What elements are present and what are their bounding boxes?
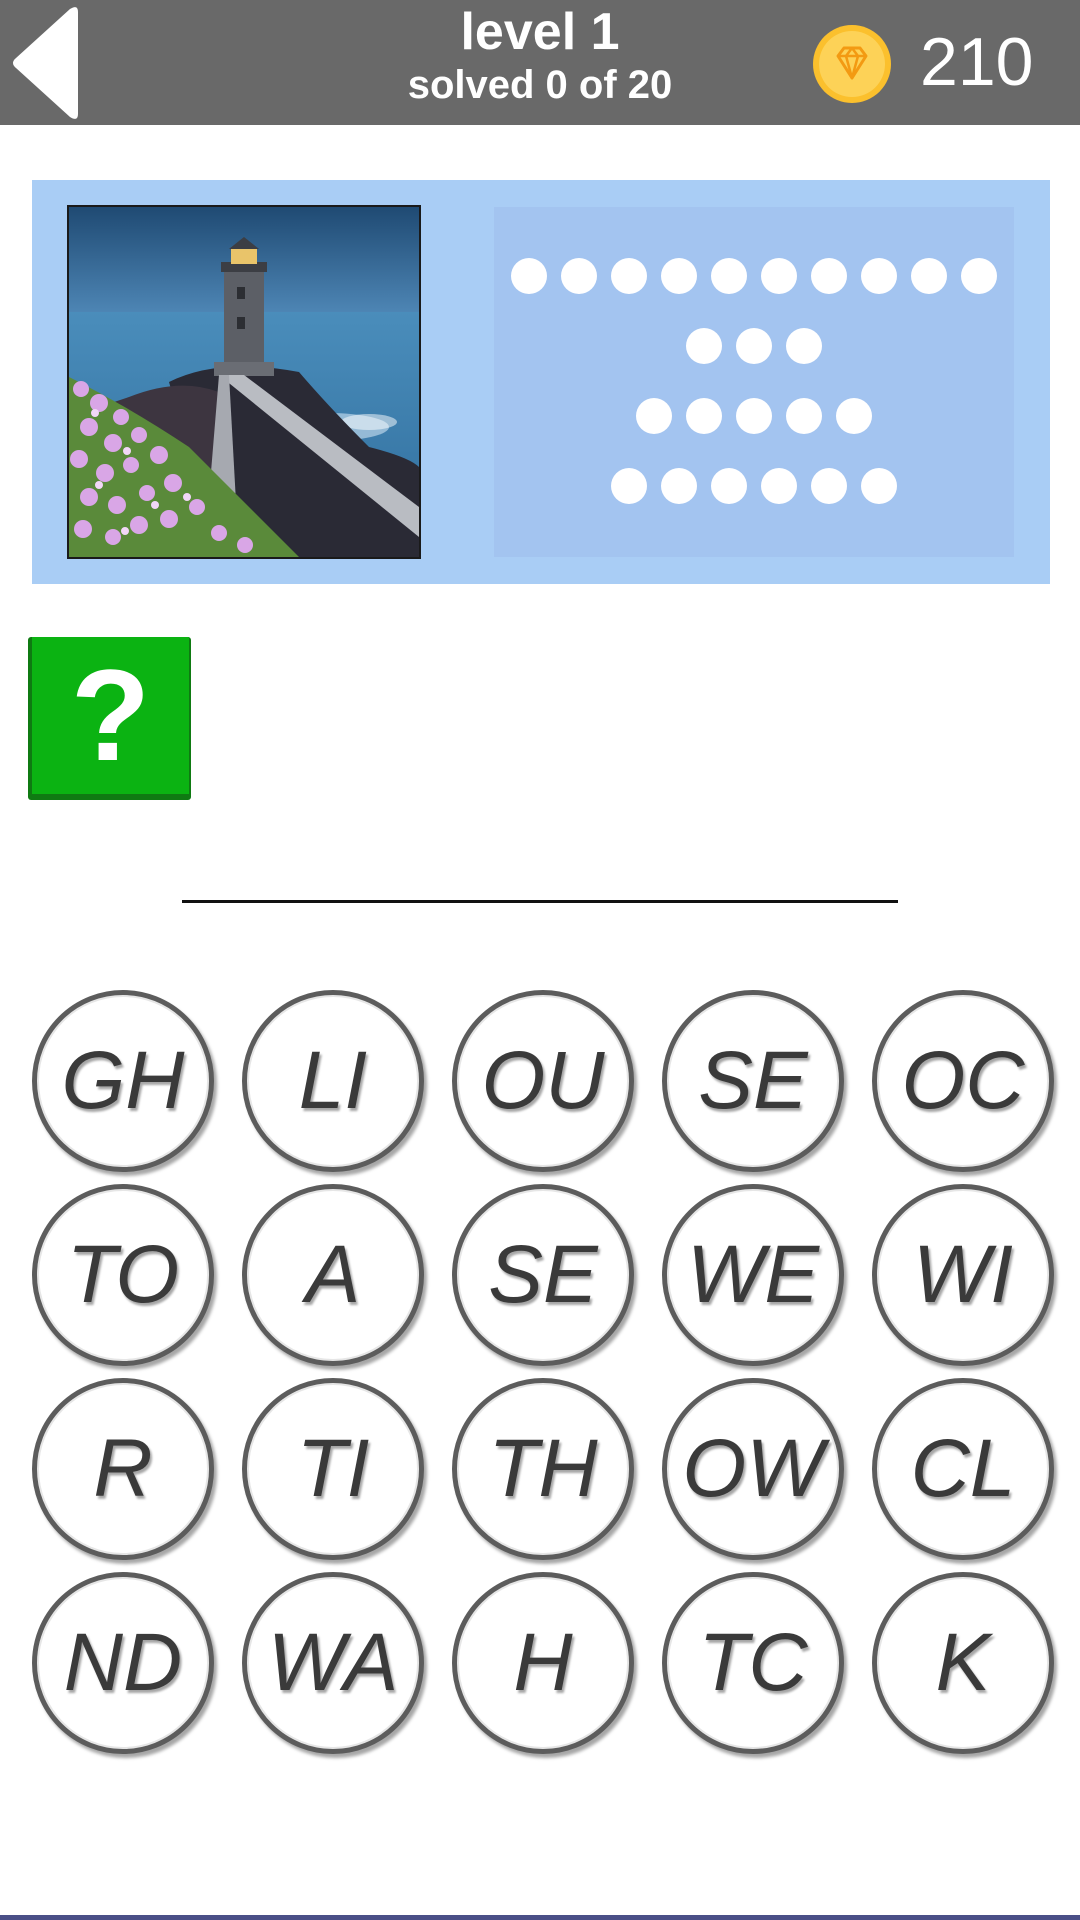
letter-tile-label: TH: [488, 1423, 598, 1514]
letter-tile[interactable]: WA: [242, 1572, 424, 1754]
puzzle-panel: [32, 180, 1050, 584]
hint-button[interactable]: ?: [28, 637, 191, 800]
answer-word-row: [494, 258, 1014, 294]
letter-tile[interactable]: GH: [32, 990, 214, 1172]
hint-button-label: ?: [32, 637, 189, 794]
answer-slot[interactable]: [786, 328, 822, 364]
answer-slot[interactable]: [736, 398, 772, 434]
answer-slot[interactable]: [711, 258, 747, 294]
letter-tile-label: SE: [488, 1229, 598, 1320]
letter-tile[interactable]: H: [452, 1572, 634, 1754]
answer-slot[interactable]: [686, 328, 722, 364]
answer-slot[interactable]: [661, 258, 697, 294]
letter-tile[interactable]: OW: [662, 1378, 844, 1560]
letter-tile-label: TI: [296, 1423, 370, 1514]
letter-tile-label: LI: [298, 1035, 368, 1126]
coin-count: 210: [920, 24, 1034, 100]
answer-slot[interactable]: [836, 398, 872, 434]
answer-slot[interactable]: [736, 328, 772, 364]
letter-tile-label: OC: [901, 1035, 1025, 1126]
answer-word-row: [494, 398, 1014, 434]
answer-word-row: [494, 328, 1014, 364]
top-bar: level 1 solved 0 of 20 210: [0, 0, 1080, 125]
puzzle-image: [67, 205, 421, 559]
letter-tile[interactable]: A: [242, 1184, 424, 1366]
letter-tile[interactable]: K: [872, 1572, 1054, 1754]
lighthouse-image: [69, 207, 419, 557]
letter-tile-label: WI: [912, 1229, 1014, 1320]
answer-slot[interactable]: [861, 468, 897, 504]
answer-slots: [494, 207, 1014, 557]
letter-tile[interactable]: ND: [32, 1572, 214, 1754]
letter-tile-label: TC: [698, 1617, 808, 1708]
letter-tile-label: SE: [698, 1035, 808, 1126]
letter-tile-label: K: [935, 1617, 991, 1708]
letter-tile[interactable]: SE: [452, 1184, 634, 1366]
letter-tile-label: CL: [910, 1423, 1016, 1514]
letter-tile[interactable]: TO: [32, 1184, 214, 1366]
letter-tile[interactable]: WE: [662, 1184, 844, 1366]
answer-slot[interactable]: [511, 258, 547, 294]
letter-tile-label: TO: [66, 1229, 180, 1320]
answer-slot[interactable]: [711, 468, 747, 504]
answer-slot[interactable]: [761, 258, 797, 294]
answer-slot[interactable]: [636, 398, 672, 434]
level-title: level 1: [460, 3, 620, 61]
letter-tile[interactable]: TH: [452, 1378, 634, 1560]
letter-tile[interactable]: OC: [872, 990, 1054, 1172]
letter-tile[interactable]: CL: [872, 1378, 1054, 1560]
letter-tile[interactable]: OU: [452, 990, 634, 1172]
letter-tile[interactable]: SE: [662, 990, 844, 1172]
answer-slot[interactable]: [611, 258, 647, 294]
answer-slot[interactable]: [686, 398, 722, 434]
letter-tile[interactable]: WI: [872, 1184, 1054, 1366]
letter-tile[interactable]: R: [32, 1378, 214, 1560]
letter-tile-label: OW: [682, 1423, 824, 1514]
answer-slot[interactable]: [911, 258, 947, 294]
answer-slot[interactable]: [661, 468, 697, 504]
diamond-coin-icon: [812, 24, 892, 104]
answer-slot[interactable]: [786, 398, 822, 434]
level-progress: solved 0 of 20: [407, 63, 673, 107]
answer-slot[interactable]: [811, 468, 847, 504]
letter-tile-label: OU: [481, 1035, 605, 1126]
answer-slot[interactable]: [611, 468, 647, 504]
answer-slot[interactable]: [761, 468, 797, 504]
letter-tile-label: H: [513, 1617, 573, 1708]
letter-tile-label: ND: [63, 1617, 183, 1708]
letter-tile-label: WA: [267, 1617, 399, 1708]
letter-tile-label: A: [305, 1229, 361, 1320]
answer-slot[interactable]: [561, 258, 597, 294]
letter-tile-label: GH: [61, 1035, 185, 1126]
letter-tile-label: R: [93, 1423, 153, 1514]
letter-tile[interactable]: TI: [242, 1378, 424, 1560]
answer-word-row: [494, 468, 1014, 504]
bottom-edge: [0, 1915, 1080, 1920]
letter-tile-label: WE: [686, 1229, 820, 1320]
answer-slot[interactable]: [811, 258, 847, 294]
answer-line: [182, 900, 898, 903]
answer-slot[interactable]: [861, 258, 897, 294]
letter-tile[interactable]: TC: [662, 1572, 844, 1754]
letter-tile[interactable]: LI: [242, 990, 424, 1172]
answer-slot[interactable]: [961, 258, 997, 294]
